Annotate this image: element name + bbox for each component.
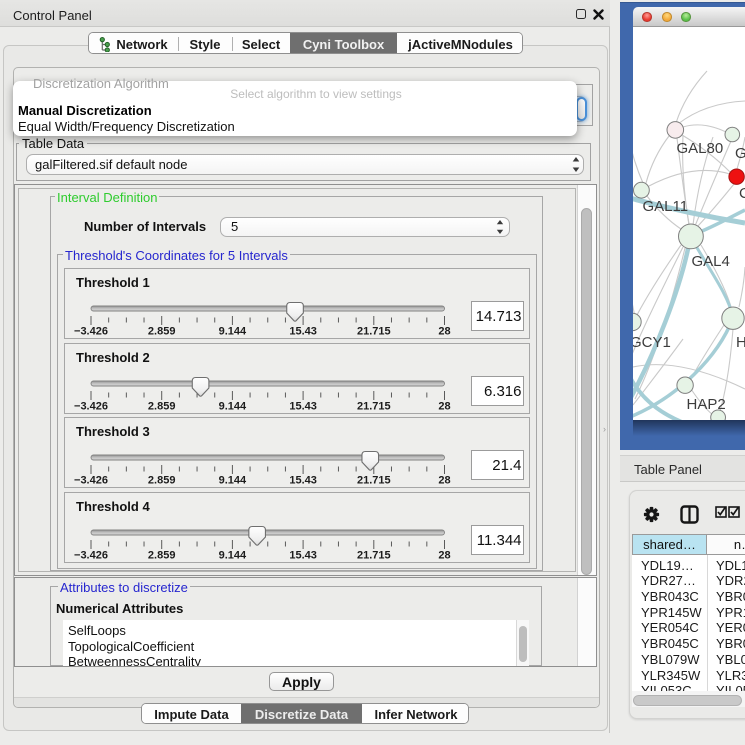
svg-text:9.144: 9.144 (219, 549, 247, 561)
svg-text:GAL4: GAL4 (692, 253, 730, 270)
svg-text:HAP2: HAP2 (687, 396, 726, 413)
svg-text:21.715: 21.715 (357, 400, 391, 412)
svg-text:28: 28 (438, 549, 450, 561)
svg-text:GAL11: GAL11 (643, 198, 689, 215)
svg-text:9.144: 9.144 (219, 475, 247, 487)
svg-text:21.715: 21.715 (357, 549, 391, 561)
svg-text:15.43: 15.43 (289, 400, 317, 412)
svg-text:GAL80: GAL80 (677, 140, 724, 157)
svg-text:C...: C... (739, 185, 745, 202)
svg-text:15.43: 15.43 (289, 549, 317, 561)
svg-text:21.715: 21.715 (357, 475, 391, 487)
svg-text:−3.426: −3.426 (74, 549, 108, 561)
svg-text:2.859: 2.859 (148, 326, 176, 338)
svg-text:2.859: 2.859 (148, 549, 176, 561)
svg-text:15.43: 15.43 (289, 326, 317, 338)
svg-text:28: 28 (438, 475, 450, 487)
svg-text:H...: H... (736, 334, 745, 351)
svg-text:2.859: 2.859 (148, 400, 176, 412)
svg-text:9.144: 9.144 (219, 400, 247, 412)
svg-text:21.715: 21.715 (357, 326, 391, 338)
svg-text:−3.426: −3.426 (74, 400, 108, 412)
svg-text:G...: G... (735, 145, 745, 162)
svg-text:−3.426: −3.426 (74, 326, 108, 338)
svg-text:2.859: 2.859 (148, 475, 176, 487)
svg-text:28: 28 (438, 326, 450, 338)
svg-text:−3.426: −3.426 (74, 475, 108, 487)
svg-text:GCY1: GCY1 (633, 334, 671, 351)
svg-text:9.144: 9.144 (219, 326, 247, 338)
svg-text:28: 28 (438, 400, 450, 412)
svg-text:15.43: 15.43 (289, 475, 317, 487)
